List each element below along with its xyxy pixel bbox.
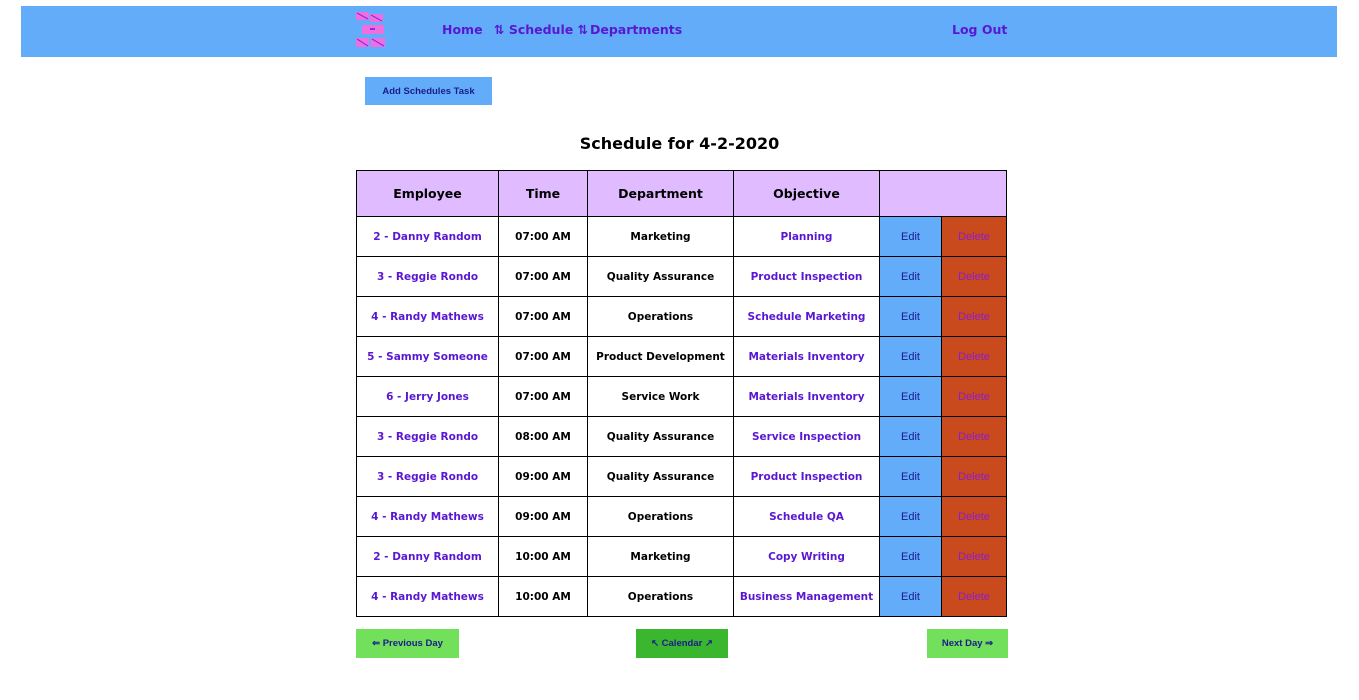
- edit-button[interactable]: Edit: [879, 376, 942, 417]
- objective-header: Objective: [733, 170, 880, 217]
- employee-link[interactable]: 4 - Randy Mathews: [356, 496, 499, 537]
- nav-home-link[interactable]: Home: [442, 22, 483, 37]
- edit-button[interactable]: Edit: [879, 216, 942, 257]
- calendar-button[interactable]: ↖ Calendar ↗: [636, 629, 728, 658]
- time-cell: 08:00 AM: [498, 416, 588, 457]
- employee-link[interactable]: 2 - Danny Random: [356, 536, 499, 577]
- delete-button[interactable]: Delete: [941, 456, 1007, 497]
- objective-link[interactable]: Materials Inventory: [733, 376, 880, 417]
- employee-header: Employee: [356, 170, 499, 217]
- edit-button[interactable]: Edit: [879, 496, 942, 537]
- table-row: 4 - Randy Mathews 09:00 AM Operations Sched…: [356, 496, 1007, 537]
- delete-button[interactable]: Delete: [941, 536, 1007, 577]
- delete-button[interactable]: Delete: [941, 336, 1007, 377]
- time-cell: 10:00 AM: [498, 576, 588, 617]
- table-row: 3 - Reggie Rondo 09:00 AM Quality Assuranc…: [356, 456, 1007, 497]
- delete-button[interactable]: Delete: [941, 216, 1007, 257]
- actions-header: [879, 170, 1007, 217]
- objective-link[interactable]: Materials Inventory: [733, 336, 880, 377]
- edit-button[interactable]: Edit: [879, 536, 942, 577]
- nav-logout-link[interactable]: Log Out: [952, 22, 1007, 37]
- objective-link[interactable]: Business Management: [733, 576, 880, 617]
- department-cell: Quality Assurance: [587, 256, 734, 297]
- department-cell: Operations: [587, 496, 734, 537]
- time-cell: 07:00 AM: [498, 296, 588, 337]
- department-cell: Marketing: [587, 536, 734, 577]
- employee-link[interactable]: 3 - Reggie Rondo: [356, 456, 499, 497]
- department-cell: Service Work: [587, 376, 734, 417]
- department-cell: Quality Assurance: [587, 416, 734, 457]
- schedule-table: Employee Time Department Objective 2 - D…: [356, 170, 1007, 617]
- next-day-button[interactable]: Next Day ⇒: [927, 629, 1008, 658]
- edit-button[interactable]: Edit: [879, 256, 942, 297]
- logo-icon[interactable]: [356, 12, 392, 48]
- department-cell: Marketing: [587, 216, 734, 257]
- employee-link[interactable]: 5 - Sammy Someone: [356, 336, 499, 377]
- employee-link[interactable]: 6 - Jerry Jones: [356, 376, 499, 417]
- time-cell: 07:00 AM: [498, 256, 588, 297]
- objective-link[interactable]: Product Inspection: [733, 456, 880, 497]
- nav-schedule-link[interactable]: ⇅ Schedule ⇅: [494, 22, 588, 37]
- employee-link[interactable]: 3 - Reggie Rondo: [356, 256, 499, 297]
- time-cell: 09:00 AM: [498, 456, 588, 497]
- edit-button[interactable]: Edit: [879, 416, 942, 457]
- table-row: 5 - Sammy Someone 07:00 AM Product Develop…: [356, 336, 1007, 377]
- department-cell: Product Development: [587, 336, 734, 377]
- time-cell: 07:00 AM: [498, 336, 588, 377]
- table-row: 3 - Reggie Rondo 08:00 AM Quality Assuranc…: [356, 416, 1007, 457]
- delete-button[interactable]: Delete: [941, 296, 1007, 337]
- employee-link[interactable]: 4 - Randy Mathews: [356, 576, 499, 617]
- department-header: Department: [587, 170, 734, 217]
- objective-link[interactable]: Product Inspection: [733, 256, 880, 297]
- edit-button[interactable]: Edit: [879, 336, 942, 377]
- employee-link[interactable]: 3 - Reggie Rondo: [356, 416, 499, 457]
- table-header-row: Employee Time Department Objective: [356, 170, 1007, 217]
- edit-button[interactable]: Edit: [879, 576, 942, 617]
- delete-button[interactable]: Delete: [941, 576, 1007, 617]
- previous-day-button[interactable]: ⇐ Previous Day: [356, 629, 459, 658]
- table-row: 2 - Danny Random 07:00 AM Marketing Plannin…: [356, 216, 1007, 257]
- objective-link[interactable]: Copy Writing: [733, 536, 880, 577]
- time-cell: 07:00 AM: [498, 376, 588, 417]
- time-header: Time: [498, 170, 588, 217]
- add-schedules-task-button[interactable]: Add Schedules Task: [365, 77, 492, 105]
- department-cell: Quality Assurance: [587, 456, 734, 497]
- time-cell: 09:00 AM: [498, 496, 588, 537]
- edit-button[interactable]: Edit: [879, 296, 942, 337]
- nav-departments-link[interactable]: Departments: [590, 22, 682, 37]
- table-row: 4 - Randy Mathews 10:00 AM Operations Busin…: [356, 576, 1007, 617]
- objective-link[interactable]: Schedule QA: [733, 496, 880, 537]
- delete-button[interactable]: Delete: [941, 416, 1007, 457]
- delete-button[interactable]: Delete: [941, 256, 1007, 297]
- department-cell: Operations: [587, 296, 734, 337]
- employee-link[interactable]: 2 - Danny Random: [356, 216, 499, 257]
- top-navbar: Home ⇅ Schedule ⇅ Departments Log Out: [21, 6, 1337, 57]
- delete-button[interactable]: Delete: [941, 376, 1007, 417]
- employee-link[interactable]: 4 - Randy Mathews: [356, 296, 499, 337]
- objective-link[interactable]: Schedule Marketing: [733, 296, 880, 337]
- table-row: 6 - Jerry Jones 07:00 AM Service Work Mater…: [356, 376, 1007, 417]
- table-row: 4 - Randy Mathews 07:00 AM Operations Sched…: [356, 296, 1007, 337]
- table-row: 2 - Danny Random 10:00 AM Marketing Copy Wr…: [356, 536, 1007, 577]
- department-cell: Operations: [587, 576, 734, 617]
- time-cell: 07:00 AM: [498, 216, 588, 257]
- table-row: 3 - Reggie Rondo 07:00 AM Quality Assuranc…: [356, 256, 1007, 297]
- time-cell: 10:00 AM: [498, 536, 588, 577]
- edit-button[interactable]: Edit: [879, 456, 942, 497]
- delete-button[interactable]: Delete: [941, 496, 1007, 537]
- objective-link[interactable]: Planning: [733, 216, 880, 257]
- page-title: Schedule for 4-2-2020: [579, 134, 780, 153]
- objective-link[interactable]: Service Inspection: [733, 416, 880, 457]
